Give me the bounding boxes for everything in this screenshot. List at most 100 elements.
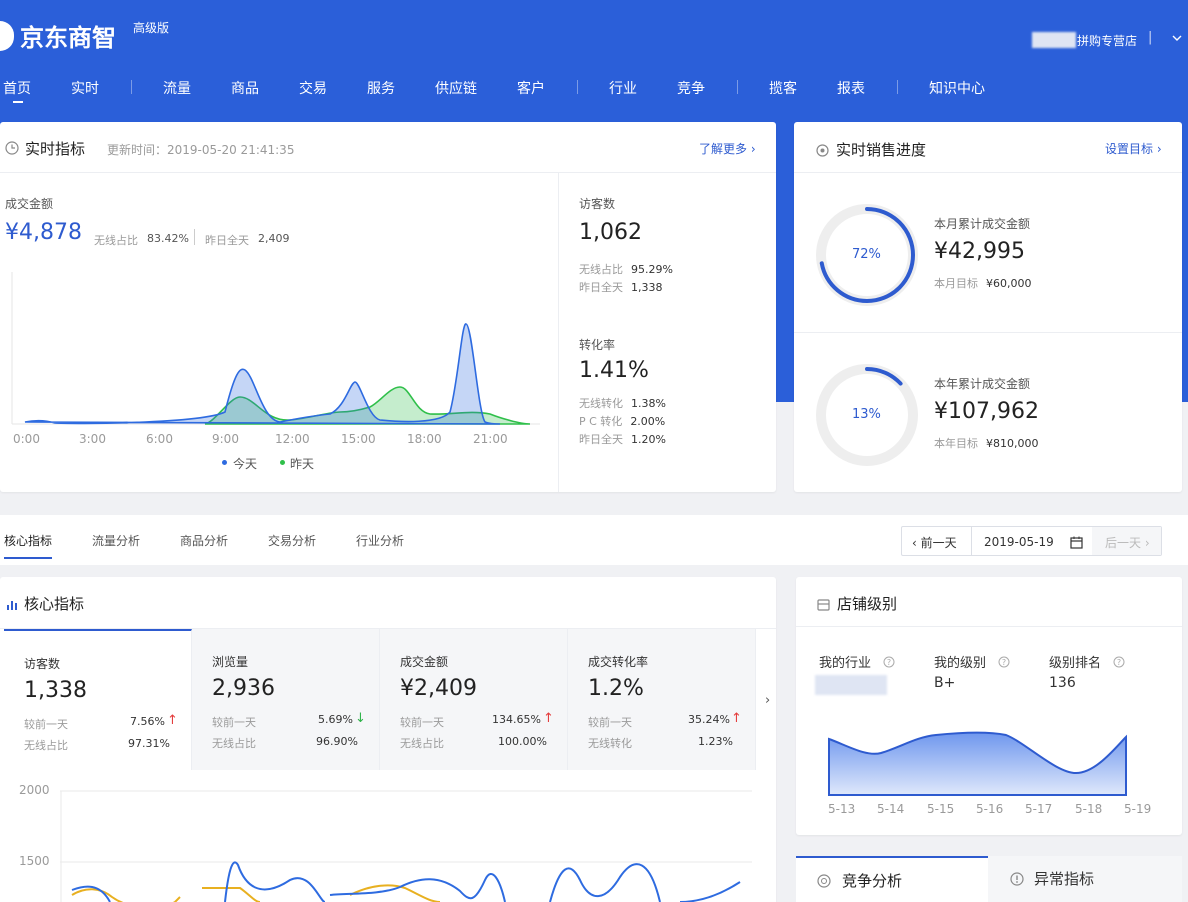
metric-value: 2,936 <box>212 676 275 701</box>
nav-divider <box>131 80 132 94</box>
nav-service[interactable]: 服务 <box>367 78 395 98</box>
metrics-next-arrow[interactable]: › <box>765 693 770 708</box>
bar-chart-icon <box>6 596 18 615</box>
metric-card-pageviews[interactable]: 浏览量 2,936 较前一天 5.69% ↓ 无线占比 96.90% <box>192 629 380 770</box>
nav-reports[interactable]: 报表 <box>837 78 865 98</box>
my-level-label: 我的级别 <box>934 656 987 671</box>
arrow-up-icon: ↑ <box>543 711 554 726</box>
nav-traffic[interactable]: 流量 <box>163 78 191 98</box>
clock-icon <box>5 140 19 159</box>
day-tick: 5-19 <box>1124 802 1152 816</box>
metric-label: 浏览量 <box>212 655 249 669</box>
legend-today-dot <box>222 460 227 465</box>
tab-products[interactable]: 商品分析 <box>180 532 228 549</box>
y-tick: 1500 <box>19 854 50 868</box>
sales-progress-title: 实时销售进度 <box>836 141 927 159</box>
nav-transactions[interactable]: 交易 <box>299 78 327 98</box>
metric-card-gmv[interactable]: 成交金额 ¥2,409 较前一天 134.65% ↑ 无线占比 100.00% <box>380 629 568 770</box>
shop-level-title: 店铺级别 <box>837 595 898 613</box>
conversion-pc: P C 转化 2.00% <box>579 415 666 428</box>
metric-compare-label: 较前一天 <box>212 716 256 729</box>
year-goal: 本年目标 ¥810,000 <box>934 437 1039 450</box>
month-percent: 72% <box>852 247 881 262</box>
metric-sub-value: 96.90% <box>316 735 358 748</box>
calendar-icon[interactable] <box>1070 534 1083 553</box>
set-goal-link[interactable]: 设置目标 › <box>1105 140 1162 157</box>
tab-active-indicator <box>4 557 52 559</box>
industry-value-blurred <box>815 675 887 695</box>
year-percent: 13% <box>852 407 881 422</box>
store-icon <box>817 596 830 615</box>
main-nav: 首页 实时 流量 商品 交易 服务 供应链 客户 行业 竞争 揽客 报表 知识中… <box>0 78 1000 103</box>
legend-today[interactable]: 今天 <box>233 455 257 472</box>
divider <box>971 527 972 555</box>
metric-compare-value: 5.69% <box>318 713 353 726</box>
metric-compare-value: 7.56% <box>130 715 165 728</box>
trend-series-blue <box>71 861 741 902</box>
metric-compare-label: 较前一天 <box>588 716 632 729</box>
target-icon <box>816 142 829 161</box>
core-title: 核心指标 <box>24 595 85 613</box>
shop-name[interactable]: 拼购专营店 <box>1077 32 1137 49</box>
nav-products[interactable]: 商品 <box>231 78 259 98</box>
nav-divider <box>577 80 578 94</box>
svg-text:?: ? <box>1117 658 1121 667</box>
tab-core[interactable]: 核心指标 <box>4 532 52 549</box>
month-value: ¥42,995 <box>934 239 1025 264</box>
update-time: 更新时间：2019-05-20 21:41:35 <box>107 143 295 157</box>
help-icon[interactable]: ? <box>998 653 1010 672</box>
day-tick: 5-14 <box>877 802 905 816</box>
learn-more-link[interactable]: 了解更多 › <box>699 140 756 157</box>
metric-sub-label: 无线转化 <box>588 737 632 750</box>
gmv-yesterday-label: 昨日全天 <box>205 234 249 247</box>
nav-competition[interactable]: 竞争 <box>677 78 705 98</box>
x-tick: 6:00 <box>146 432 173 446</box>
metric-compare-label: 较前一天 <box>24 718 68 731</box>
tab-competition[interactable]: 竞争分析 <box>796 856 988 902</box>
metric-card-conversion[interactable]: 成交转化率 1.2% 较前一天 35.24% ↑ 无线转化 1.23% <box>568 629 756 770</box>
help-icon[interactable]: ? <box>883 653 895 672</box>
today-series <box>24 323 501 425</box>
year-label: 本年累计成交金额 <box>934 377 1031 391</box>
metric-sub-label: 无线占比 <box>400 737 444 750</box>
legend-yesterday[interactable]: 昨天 <box>290 455 314 472</box>
metric-card-visitors[interactable]: 访客数 1,338 较前一天 7.56% ↑ 无线占比 97.31% <box>4 629 192 770</box>
year-value: ¥107,962 <box>934 399 1039 424</box>
tab-transactions[interactable]: 交易分析 <box>268 532 316 549</box>
conversion-wireless: 无线转化 1.38% <box>579 397 666 410</box>
trend-series-yellow <box>71 888 181 902</box>
nav-divider <box>897 80 898 94</box>
metric-value: 1,338 <box>24 678 87 703</box>
nav-active-indicator <box>13 101 23 103</box>
tab-traffic[interactable]: 流量分析 <box>92 532 140 549</box>
nav-customers[interactable]: 客户 <box>517 78 545 98</box>
shop-separator: | <box>1148 30 1153 45</box>
metric-sub-label: 无线占比 <box>212 737 256 750</box>
chevron-down-icon[interactable] <box>1172 31 1182 45</box>
arrow-up-icon: ↑ <box>167 713 178 728</box>
help-icon[interactable]: ? <box>1113 653 1125 672</box>
nav-knowledge[interactable]: 知识中心 <box>929 78 985 98</box>
nav-industry[interactable]: 行业 <box>609 78 637 98</box>
prev-day-button[interactable]: ‹ 前一天 <box>912 534 957 551</box>
tab-industry[interactable]: 行业分析 <box>356 532 404 549</box>
my-industry-label: 我的行业 <box>819 656 872 671</box>
metric-sub-value: 97.31% <box>128 737 170 750</box>
brand-logo[interactable]: 京东商智 <box>0 18 116 53</box>
realtime-title: 实时指标 <box>25 140 86 158</box>
divider <box>794 332 1182 333</box>
gmv-wireless-value: 83.42% <box>147 232 189 245</box>
shop-name-blurred <box>1032 32 1076 48</box>
x-tick: 21:00 <box>473 432 508 446</box>
tab-anomaly[interactable]: 异常指标 <box>988 856 1182 902</box>
realtime-card: 实时指标 更新时间：2019-05-20 21:41:35 了解更多 › 成交金… <box>0 122 776 492</box>
nav-supply-chain[interactable]: 供应链 <box>435 78 477 98</box>
month-goal: 本月目标 ¥60,000 <box>934 277 1032 290</box>
nav-home[interactable]: 首页 <box>3 78 31 98</box>
gmv-wireless-label: 无线占比 <box>94 234 138 247</box>
nav-lanke[interactable]: 揽客 <box>769 78 797 98</box>
nav-realtime[interactable]: 实时 <box>71 78 99 98</box>
date-input[interactable]: 2019-05-19 <box>984 535 1054 549</box>
divider <box>0 172 776 173</box>
next-day-button[interactable]: 后一天 › <box>1105 534 1150 551</box>
